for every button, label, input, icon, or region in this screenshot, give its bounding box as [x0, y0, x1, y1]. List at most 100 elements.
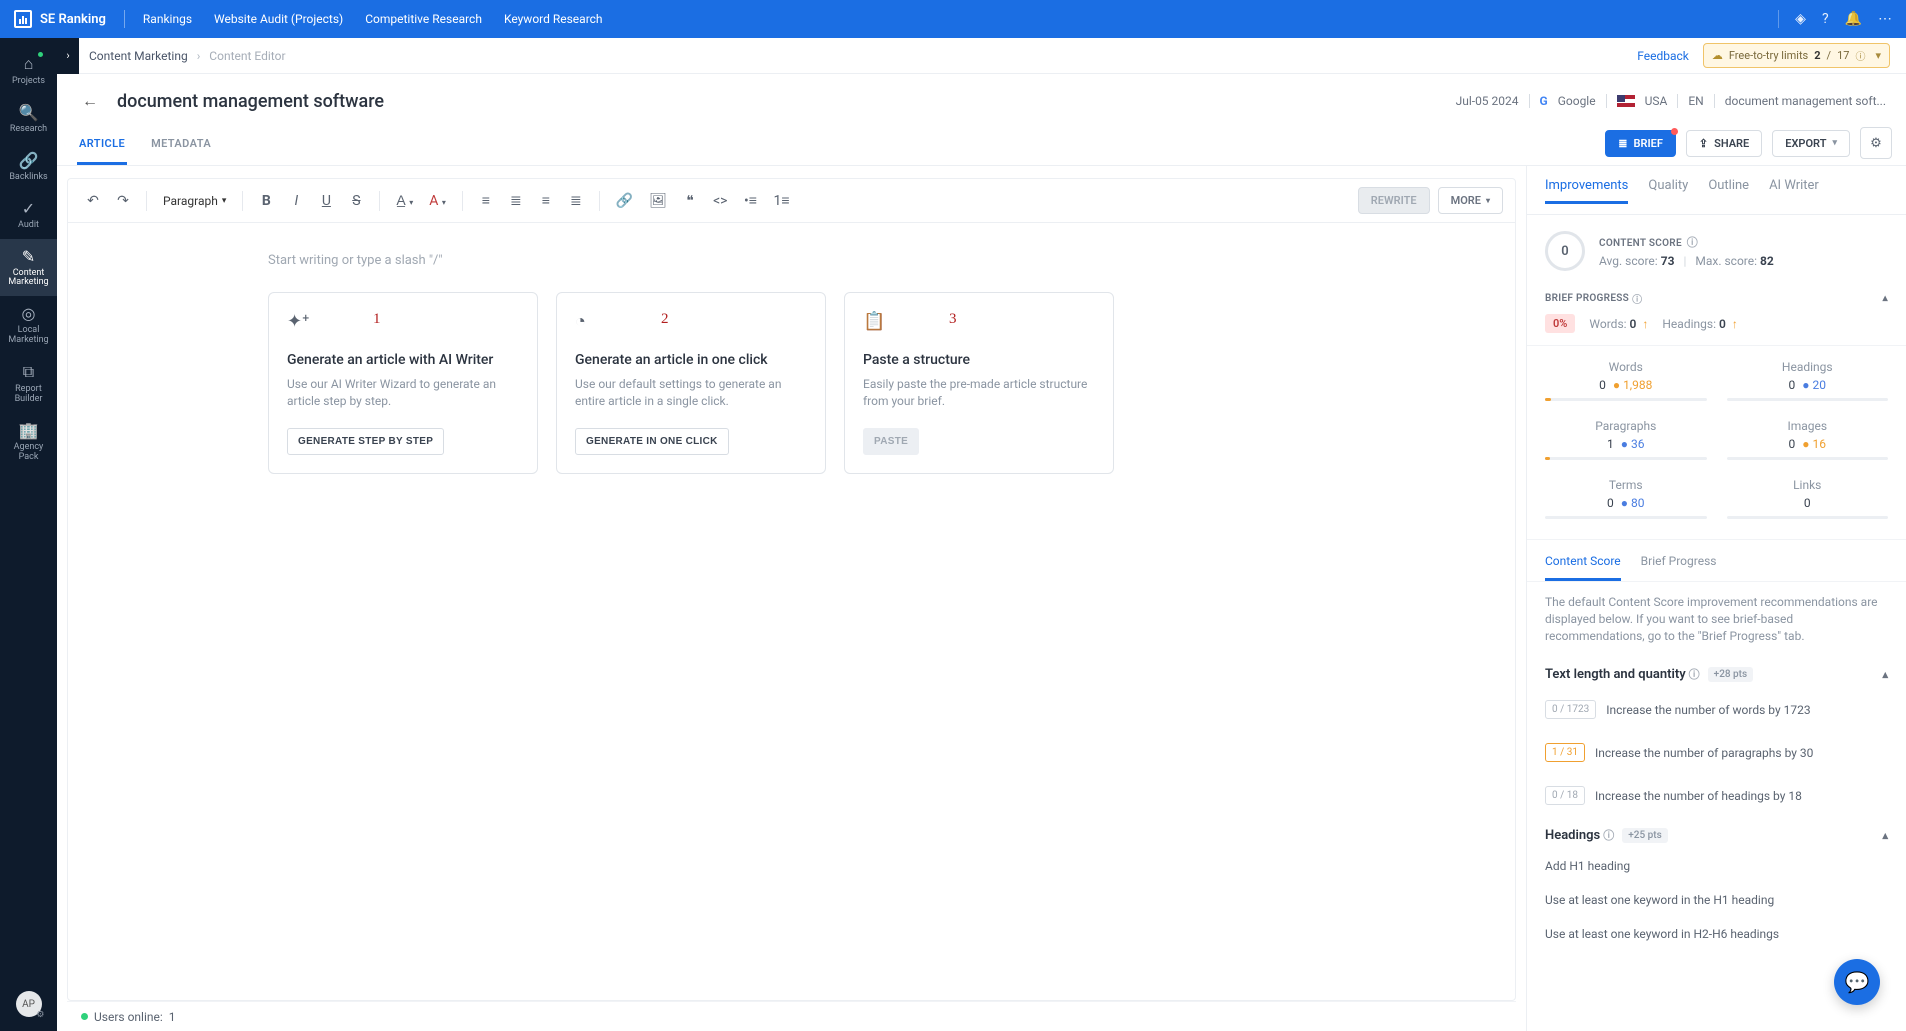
align-left-button[interactable]: ≡: [473, 186, 499, 215]
bell-icon[interactable]: 🔔: [1845, 11, 1862, 27]
sidebar-item-backlinks[interactable]: 🔗Backlinks: [0, 143, 57, 191]
content-score-circle: 0: [1545, 231, 1585, 271]
tab-article[interactable]: ARTICLE: [77, 137, 127, 165]
quote-button[interactable]: ❝: [677, 187, 703, 215]
sidebar-item-research[interactable]: 🔍Research: [0, 95, 57, 143]
arrow-up-icon: ↑: [1642, 317, 1648, 331]
rtab-aiwriter[interactable]: AI Writer: [1769, 178, 1819, 204]
topnav-link-competitive[interactable]: Competitive Research: [365, 12, 482, 26]
sparkle-icon: ✦⁺: [287, 311, 519, 332]
highlight-color-button[interactable]: A̲ ▾: [390, 186, 419, 215]
card-desc: Use our AI Writer Wizard to generate an …: [287, 376, 519, 410]
card-title: Generate an article with AI Writer: [287, 352, 519, 368]
sidebar-item-projects[interactable]: ⌂Projects: [0, 46, 57, 95]
share-button[interactable]: ⇪SHARE: [1686, 130, 1762, 157]
chevron-down-icon: ▾: [1832, 138, 1837, 148]
topnav-link-audit[interactable]: Website Audit (Projects): [214, 12, 343, 26]
export-button[interactable]: EXPORT▾: [1772, 130, 1850, 157]
align-right-button[interactable]: ≡: [533, 186, 559, 215]
underline-button[interactable]: U: [313, 187, 339, 215]
rtab-quality[interactable]: Quality: [1648, 178, 1688, 204]
top-nav: SE Ranking Rankings Website Audit (Proje…: [0, 0, 1906, 38]
report-icon: ⧉: [23, 362, 34, 382]
sidebar: ⌂Projects 🔍Research 🔗Backlinks ✓Audit ✎C…: [0, 38, 57, 1031]
sidebar-item-agency-pack[interactable]: 🏢Agency Pack: [0, 413, 57, 471]
improvement-note: The default Content Score improvement re…: [1527, 581, 1906, 656]
sidebar-item-report-builder[interactable]: ⧉Report Builder: [0, 354, 57, 413]
gear-icon: ⚙: [1870, 136, 1882, 151]
bullet-list-button[interactable]: •≡: [738, 186, 764, 215]
building-icon: 🏢: [19, 421, 39, 440]
number-list-button[interactable]: 1≡: [768, 186, 796, 215]
code-button[interactable]: <>: [707, 187, 733, 215]
more-icon[interactable]: ⋯: [1878, 11, 1892, 27]
rec-item: 0 / 18Increase the number of headings by…: [1545, 778, 1888, 813]
sidebar-item-content-marketing[interactable]: ✎Content Marketing: [0, 239, 57, 297]
subtab-brief-progress[interactable]: Brief Progress: [1641, 554, 1717, 581]
info-icon[interactable]: ⓘ: [1687, 236, 1698, 249]
section-headings[interactable]: Headings ⓘ +25 pts ▴: [1527, 817, 1906, 849]
editor-body[interactable]: Start writing or type a slash "/" ✦⁺ 1 G…: [68, 223, 1515, 1000]
section-text-length[interactable]: Text length and quantity ⓘ +28 pts ▴: [1527, 656, 1906, 688]
card-one-click: ◔ 2 Generate an article in one click Use…: [556, 292, 826, 474]
keyword-label: document management soft...: [1725, 94, 1886, 108]
bold-button[interactable]: B: [253, 187, 279, 215]
annotation-number: 1: [373, 311, 381, 328]
subtab-content-score[interactable]: Content Score: [1545, 554, 1621, 581]
arrow-up-icon: ↑: [1732, 317, 1738, 331]
settings-button[interactable]: ⚙: [1860, 127, 1892, 159]
info-icon: ⓘ: [1689, 666, 1700, 682]
italic-button[interactable]: I: [283, 187, 309, 215]
stats-grid: Words0 ● 1,988 Headings0 ● 20 Paragraphs…: [1527, 346, 1906, 540]
notification-dot-icon: [1671, 128, 1678, 135]
chevron-down-icon: ▾: [1875, 49, 1881, 62]
text-color-button[interactable]: A ▾: [423, 187, 452, 215]
brief-button[interactable]: ≣ BRIEF: [1605, 130, 1676, 157]
share-icon: ⇪: [1699, 137, 1708, 150]
generate-step-button[interactable]: GENERATE STEP BY STEP: [287, 428, 444, 455]
strike-button[interactable]: S: [343, 187, 369, 215]
breadcrumb: Content Marketing › Content Editor: [89, 49, 286, 63]
back-button[interactable]: ←: [77, 88, 103, 114]
sidebar-item-audit[interactable]: ✓Audit: [0, 191, 57, 239]
annotation-number: 3: [949, 311, 957, 328]
online-dot-icon: [81, 1013, 88, 1020]
more-button[interactable]: MORE ▾: [1438, 187, 1503, 214]
redo-button[interactable]: ↷: [110, 187, 136, 215]
rec-item: Use at least one keyword in the H1 headi…: [1527, 883, 1906, 917]
undo-button[interactable]: ↶: [80, 187, 106, 215]
chat-fab[interactable]: 💬: [1834, 959, 1880, 1005]
feedback-link[interactable]: Feedback: [1637, 49, 1689, 63]
info-icon[interactable]: ⓘ: [1632, 291, 1642, 306]
link-button[interactable]: 🔗: [610, 187, 639, 215]
brand[interactable]: SE Ranking: [14, 10, 106, 28]
rtab-outline[interactable]: Outline: [1708, 178, 1749, 204]
collapse-button[interactable]: ▴: [1882, 829, 1888, 842]
lang-label: EN: [1688, 94, 1703, 108]
topnav-link-keyword[interactable]: Keyword Research: [504, 12, 603, 26]
rtab-improvements[interactable]: Improvements: [1545, 178, 1628, 204]
sidebar-collapse-toggle[interactable]: ›: [57, 38, 79, 74]
rec-item: Use at least one keyword in H2-H6 headin…: [1527, 917, 1906, 951]
collapse-button[interactable]: ▴: [1882, 668, 1888, 681]
page-title: document management software: [117, 91, 384, 112]
avatar[interactable]: AP⚙: [16, 991, 42, 1017]
generate-oneclick-button[interactable]: GENERATE IN ONE CLICK: [575, 428, 729, 455]
search-icon: 🔍: [19, 103, 39, 122]
speed-icon: ◔: [575, 311, 807, 332]
breadcrumb-parent[interactable]: Content Marketing: [89, 49, 188, 63]
align-justify-button[interactable]: ≣: [563, 187, 589, 215]
breadcrumb-bar: › Content Marketing › Content Editor Fee…: [57, 38, 1906, 74]
country-label: USA: [1645, 94, 1668, 108]
quota-badge[interactable]: ☁ Free-to-try limits 2/17 ⓘ ▾: [1703, 43, 1890, 68]
align-center-button[interactable]: ≣: [503, 187, 529, 215]
topnav-link-rankings[interactable]: Rankings: [143, 12, 192, 26]
tab-metadata[interactable]: METADATA: [149, 137, 213, 165]
engine-label: Google: [1558, 94, 1596, 108]
paragraph-dropdown[interactable]: Paragraph ▾: [157, 190, 232, 212]
sidebar-item-local-marketing[interactable]: ◎Local Marketing: [0, 296, 57, 354]
image-button[interactable]: 🖼: [643, 187, 673, 215]
lightbulb-icon[interactable]: ◈: [1795, 11, 1806, 27]
collapse-button[interactable]: ▴: [1883, 293, 1888, 304]
help-icon[interactable]: ?: [1822, 11, 1829, 27]
